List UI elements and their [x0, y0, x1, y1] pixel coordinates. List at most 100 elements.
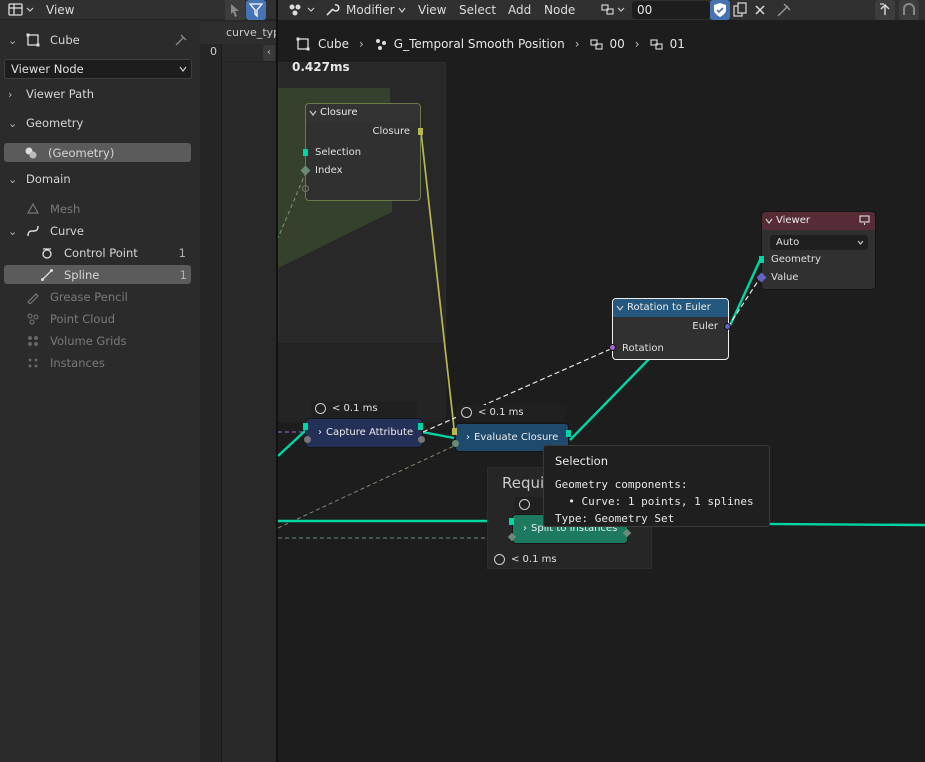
node-header[interactable]: Closure — [306, 104, 420, 122]
fake-user-toggle[interactable] — [710, 0, 730, 20]
geometry-item[interactable]: (Geometry) — [4, 143, 191, 162]
filter-toggle[interactable] — [246, 0, 266, 20]
chevron-right-icon: › — [523, 523, 527, 534]
object-icon — [296, 37, 310, 51]
socket-tooltip: Selection Geometry components: • Curve: … — [543, 445, 770, 527]
column-header[interactable]: curve_typ — [222, 22, 276, 44]
geometry-item-label: (Geometry) — [48, 145, 115, 160]
stopwatch-icon — [519, 499, 530, 510]
node-group-browse[interactable] — [599, 1, 629, 19]
blender-window: View ⌄ Cube Viewer Node › Viewer Path ⌄ … — [0, 0, 925, 762]
volume-grids-icon — [28, 336, 38, 346]
frame-title: Requi — [502, 474, 545, 492]
instances-icon — [28, 358, 38, 368]
tooltip-line: Type: Geometry Set — [555, 512, 675, 525]
domain-item-curve[interactable]: ⌄ Curve — [0, 221, 200, 241]
node-title-row: › Capture Attribute — [318, 427, 413, 438]
node-capture-attribute[interactable]: › Capture Attribute — [305, 418, 423, 448]
domain-item-mesh[interactable]: Mesh — [0, 199, 200, 219]
selected-only-toggle[interactable] — [225, 0, 245, 20]
node-rotation-to-euler[interactable]: Rotation to Euler Euler Rotation — [612, 298, 729, 360]
socket-closure-in[interactable] — [452, 428, 457, 435]
socket-geometry-out[interactable] — [566, 430, 571, 437]
socket-geometry-in[interactable] — [509, 518, 514, 525]
monitor-icon[interactable] — [859, 215, 870, 226]
domain-item-volume-grids[interactable]: Volume Grids — [0, 331, 200, 351]
socket-field-in[interactable] — [304, 436, 311, 443]
pin-icon[interactable] — [174, 33, 188, 47]
menu-select[interactable]: Select — [459, 1, 496, 19]
geometry-section-label: Geometry — [26, 116, 84, 130]
socket-rotation-in[interactable] — [609, 344, 616, 351]
node-tree-name-field[interactable]: 00 — [632, 1, 710, 19]
viewer-node-select[interactable]: Viewer Node — [4, 59, 192, 79]
node-title: Rotation to Euler — [627, 302, 711, 313]
menu-node[interactable]: Node — [544, 1, 575, 19]
socket-field-out[interactable] — [418, 436, 425, 443]
pin-button[interactable] — [774, 0, 794, 20]
magnet-icon — [903, 3, 915, 15]
copy-icon — [733, 2, 747, 17]
point-cloud-icon — [27, 313, 39, 325]
socket-geometry-in[interactable] — [303, 423, 308, 430]
domain-item-spline[interactable]: Spline 1 — [4, 265, 191, 284]
socket-closure-out[interactable] — [418, 128, 423, 135]
node-timing: < 0.1 ms — [456, 405, 566, 421]
unlink-button[interactable] — [750, 0, 770, 20]
chevron-down-icon: ⌄ — [8, 224, 18, 238]
timing-label: < 0.1 ms — [332, 403, 378, 414]
editor-type-button[interactable] — [3, 1, 37, 19]
duplicate-button[interactable] — [730, 0, 750, 20]
snap-toggle[interactable] — [899, 0, 919, 20]
domain-item-control-point[interactable]: Control Point 1 — [0, 243, 200, 263]
breadcrumb-item[interactable]: Cube — [318, 37, 349, 51]
breadcrumb-item[interactable]: 01 — [670, 37, 685, 51]
arrow-up-icon — [880, 3, 890, 15]
domain-label: Point Cloud — [50, 312, 116, 326]
breadcrumb-item[interactable]: G_Temporal Smooth Position — [394, 37, 565, 51]
socket-label: Closure — [372, 126, 410, 137]
menu-add[interactable]: Add — [508, 1, 531, 19]
node-title: Viewer — [776, 215, 810, 226]
chevron-down-icon — [857, 240, 864, 245]
editor-type-button[interactable] — [286, 1, 318, 19]
spreadsheet-header: View — [0, 0, 276, 20]
node-tree-type-select[interactable]: Modifier — [324, 1, 406, 19]
breadcrumb-item[interactable]: 00 — [610, 37, 625, 51]
stopwatch-icon — [494, 554, 505, 565]
view-menu[interactable]: View — [46, 1, 74, 19]
node-closure[interactable]: Closure Closure Selection Index — [305, 103, 421, 201]
control-point-icon — [42, 248, 52, 259]
node-header[interactable]: Viewer — [762, 212, 875, 230]
viewer-domain-value: Auto — [776, 237, 800, 248]
node-tree-type-label: Modifier — [346, 3, 395, 17]
collapse-arrow-button[interactable]: ‹ — [263, 45, 275, 61]
socket-selection-in[interactable] — [303, 149, 308, 156]
domain-item-point-cloud[interactable]: Point Cloud — [0, 309, 200, 329]
row-index: 0 — [210, 45, 217, 58]
node-header[interactable]: Rotation to Euler — [613, 299, 728, 317]
domain-label: Mesh — [50, 202, 81, 216]
node-tree-icon — [375, 39, 386, 50]
socket-empty-in[interactable] — [302, 185, 309, 192]
object-row[interactable]: ⌄ Cube — [0, 30, 200, 50]
node-title: Closure — [320, 107, 358, 118]
chevron-right-icon: › — [8, 87, 13, 101]
socket-geometry-out[interactable] — [418, 423, 423, 430]
domain-section[interactable]: ⌄ Domain — [0, 169, 200, 189]
socket-label: Selection — [315, 147, 362, 158]
menu-view[interactable]: View — [418, 1, 446, 19]
viewer-path-row[interactable]: › Viewer Path — [0, 84, 200, 104]
mesh-icon — [26, 202, 40, 214]
geometry-section[interactable]: ⌄ Geometry — [0, 113, 200, 133]
domain-item-instances[interactable]: Instances — [0, 353, 200, 373]
node-title: Evaluate Closure — [474, 432, 559, 443]
socket-geometry-in[interactable] — [759, 256, 764, 263]
socket-value-in[interactable] — [452, 440, 459, 447]
domain-label: Instances — [50, 356, 105, 370]
viewer-domain-select[interactable]: Auto — [770, 235, 868, 250]
node-viewer[interactable]: Viewer Auto Geometry Value — [761, 211, 876, 290]
parent-node-tree-button[interactable] — [875, 0, 895, 20]
domain-item-grease-pencil[interactable]: Grease Pencil — [0, 287, 200, 307]
socket-euler-out[interactable] — [724, 323, 731, 330]
